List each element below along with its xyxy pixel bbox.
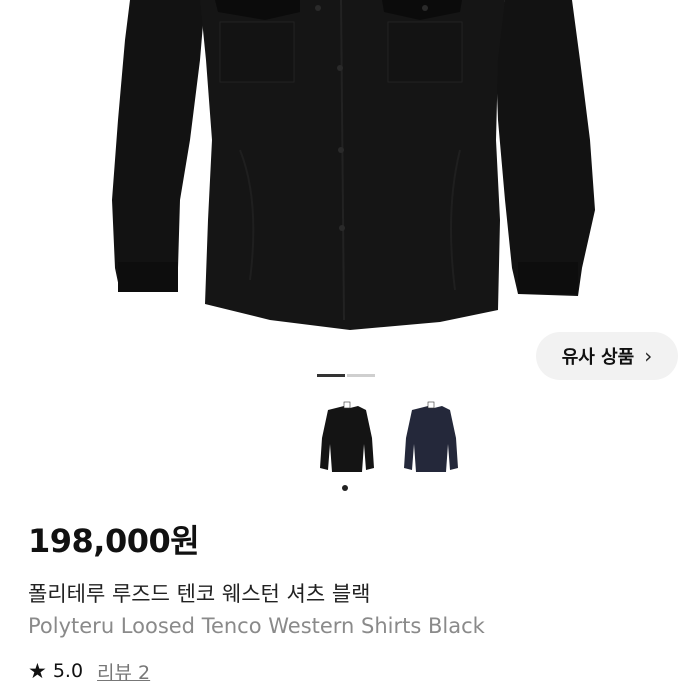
star-icon: ★ — [28, 658, 47, 683]
rating-score: 5.0 — [52, 660, 84, 682]
thumbnail-selected-dot — [342, 485, 348, 491]
review-link[interactable]: 리뷰 2 — [97, 658, 150, 685]
similar-products-button[interactable]: 유사 상품 › — [536, 332, 678, 380]
product-main-image[interactable] — [0, 0, 692, 372]
product-title-korean: 폴리테루 루즈드 텐코 웨스턴 셔츠 블랙 — [28, 582, 371, 606]
chevron-right-icon: › — [644, 344, 653, 368]
thumbnail-navy[interactable] — [394, 398, 468, 478]
image-indicator-active — [317, 374, 345, 377]
product-title-english: Polyteru Loosed Tenco Western Shirts Bla… — [28, 614, 485, 638]
thumbnail-shirt-black-image — [320, 401, 374, 472]
rating-row: ★ 5.0 리뷰 2 — [28, 658, 150, 684]
thumbnail-shirt-navy-image — [404, 401, 458, 472]
image-indicator-inactive — [347, 374, 375, 377]
shirt-illustration — [112, 0, 595, 330]
similar-products-label: 유사 상품 — [561, 347, 635, 368]
product-price: 198,000원 — [28, 522, 200, 560]
thumbnail-black[interactable] — [310, 398, 384, 478]
